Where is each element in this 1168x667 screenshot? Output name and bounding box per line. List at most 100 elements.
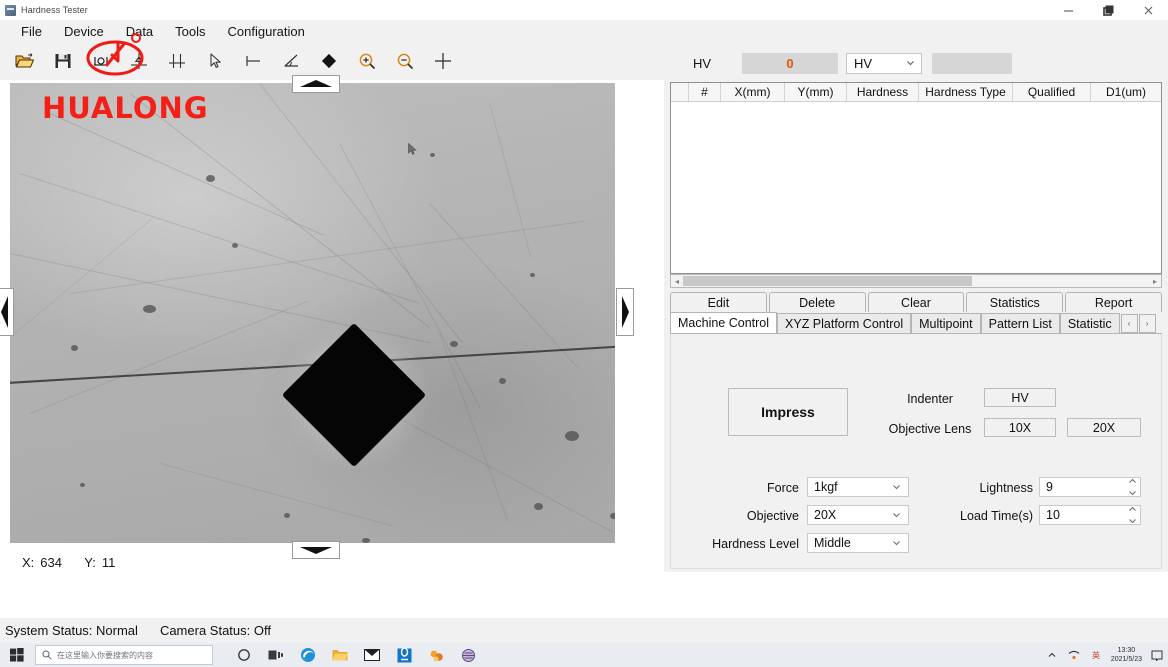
camera-status-text: Camera Status: Off (159, 623, 271, 638)
network-icon[interactable] (1067, 648, 1081, 662)
scrollbar-thumb[interactable] (683, 276, 972, 286)
hardness-scale-value: HV (854, 55, 873, 71)
table-header-qualified[interactable]: Qualified (1013, 83, 1091, 101)
scroll-left-icon[interactable]: ◂ (671, 275, 683, 287)
file-explorer-icon[interactable] (331, 646, 349, 664)
minimize-button[interactable] (1048, 0, 1088, 20)
menu-item-tools[interactable]: Tools (164, 22, 216, 41)
scroll-right-icon[interactable]: ▸ (1149, 275, 1161, 287)
action-buttons-row: Edit Delete Clear Statistics Report (670, 292, 1162, 312)
marker-left-handle[interactable] (0, 288, 14, 336)
results-table[interactable]: # X(mm) Y(mm) Hardness Hardness Type Qua… (670, 82, 1162, 274)
maximize-button[interactable] (1088, 0, 1128, 20)
table-header-hardness-type[interactable]: Hardness Type (919, 83, 1013, 101)
search-icon (42, 650, 52, 660)
taskbar-clock[interactable]: 13:30 2021/5/23 (1111, 646, 1142, 664)
start-button-icon[interactable] (0, 643, 34, 667)
status-bar: System Status: Normal Camera Status: Off (0, 618, 1168, 643)
table-header-x[interactable]: X(mm) (721, 83, 785, 101)
chevron-down-icon (893, 513, 900, 518)
lightness-stepper[interactable]: 9 (1039, 477, 1141, 497)
table-horizontal-scrollbar[interactable]: ◂ ▸ (670, 274, 1162, 288)
tray-chevron-icon[interactable] (1045, 648, 1059, 662)
menu-bar: File Device Data Tools Configuration (0, 20, 1168, 42)
coord-y-value: 11 (101, 555, 116, 570)
tab-pattern-list[interactable]: Pattern List (980, 313, 1060, 333)
edge-browser-icon[interactable] (299, 646, 317, 664)
teams-icon[interactable] (395, 646, 413, 664)
angle-measure-icon[interactable] (272, 44, 310, 78)
load-time-stepper[interactable]: 10 (1039, 505, 1141, 525)
clock-date: 2021/5/23 (1110, 656, 1142, 663)
objective-lens-10x-button[interactable]: 10X (984, 418, 1056, 437)
hardness-level-label: Hardness Level (712, 537, 799, 551)
taskbar-search-box[interactable]: 在这里输入你要搜索的内容 (35, 645, 213, 665)
save-disk-icon[interactable] (44, 44, 82, 78)
scrollbar-track[interactable] (683, 275, 1149, 287)
zoom-out-icon[interactable] (386, 44, 424, 78)
mail-icon[interactable] (363, 646, 381, 664)
table-header-hardness[interactable]: Hardness (847, 83, 919, 101)
objective-label: Objective (746, 509, 799, 523)
taskbar-search-placeholder: 在这里输入你要搜索的内容 (57, 650, 153, 660)
clear-button[interactable]: Clear (867, 292, 965, 312)
force-select[interactable]: 1kgf (807, 477, 909, 497)
hardness-level-value: Middle (814, 536, 851, 550)
lightness-value: 9 (1046, 480, 1053, 494)
hardness-level-select[interactable]: Middle (807, 533, 909, 553)
menu-item-configuration[interactable]: Configuration (217, 22, 316, 41)
delete-button[interactable]: Delete (768, 292, 866, 312)
coord-x-label: X: (22, 555, 35, 570)
close-button[interactable] (1128, 0, 1168, 20)
load-time-label: Load Time(s) (960, 509, 1033, 523)
menu-item-file[interactable]: File (10, 22, 53, 41)
stepper-arrows-icon[interactable] (1128, 479, 1137, 495)
load-time-value: 10 (1046, 508, 1060, 522)
tab-xyz-platform-control[interactable]: XYZ Platform Control (777, 313, 912, 333)
notification-icon[interactable] (1150, 648, 1164, 662)
windows-taskbar: 在这里输入你要搜索的内容 英 13:30 2021/5/23 (0, 643, 1168, 667)
open-folder-icon[interactable] (6, 44, 44, 78)
menu-item-device[interactable]: Device (53, 22, 115, 41)
menu-item-data[interactable]: Data (115, 22, 164, 41)
report-button[interactable]: Report (1065, 292, 1162, 312)
impress-button[interactable]: Impress (728, 388, 848, 436)
crosshair-plus-icon[interactable] (424, 44, 462, 78)
cortana-circle-icon[interactable] (235, 646, 253, 664)
table-header-y[interactable]: Y(mm) (785, 83, 847, 101)
marker-top-handle[interactable] (292, 75, 340, 93)
tab-scroll-next-icon[interactable]: › (1138, 314, 1156, 333)
app-orange-icon[interactable] (427, 646, 445, 664)
stepper-arrows-icon[interactable] (1128, 507, 1137, 523)
window-controls (1048, 0, 1168, 20)
right-panel: HV 0 HV # X(mm) Y(mm) Hardness Hardness … (664, 42, 1168, 572)
task-view-icon[interactable] (267, 646, 285, 664)
hardness-scale-select[interactable]: HV (846, 52, 922, 74)
tab-statistic[interactable]: Statistic (1059, 313, 1120, 333)
objective-select[interactable]: 20X (807, 505, 909, 525)
pointer-arrow-icon[interactable] (196, 44, 234, 78)
diamond-indent-icon[interactable] (310, 44, 348, 78)
crosshair-line-icon[interactable] (158, 44, 196, 78)
crosshair-point-icon[interactable] (120, 44, 158, 78)
objective-lens-20x-button[interactable]: 20X (1067, 418, 1141, 437)
coord-x-value: 634 (40, 555, 62, 570)
table-header-d1[interactable]: D1(um) (1091, 83, 1161, 101)
marker-right-handle[interactable] (616, 288, 634, 336)
edit-button[interactable]: Edit (670, 292, 767, 312)
zoom-in-icon[interactable] (348, 44, 386, 78)
specimen-image[interactable]: HUALONG (10, 83, 615, 543)
indenter-value-button[interactable]: HV (984, 388, 1056, 407)
statistics-button[interactable]: Statistics (966, 292, 1064, 312)
tab-scroll-prev-icon[interactable]: ‹ (1120, 314, 1138, 333)
measure-length-icon[interactable] (82, 44, 120, 78)
tab-multipoint[interactable]: Multipoint (911, 313, 981, 333)
ime-icon[interactable]: 英 (1089, 648, 1103, 662)
app-icon (5, 4, 16, 16)
horizontal-measure-icon[interactable] (234, 44, 272, 78)
marker-bottom-handle[interactable] (292, 541, 340, 559)
tab-machine-control[interactable]: Machine Control (670, 312, 778, 333)
hardness-tester-app-icon[interactable] (459, 646, 477, 664)
table-header-select[interactable] (671, 83, 689, 101)
table-header-index[interactable]: # (689, 83, 721, 101)
